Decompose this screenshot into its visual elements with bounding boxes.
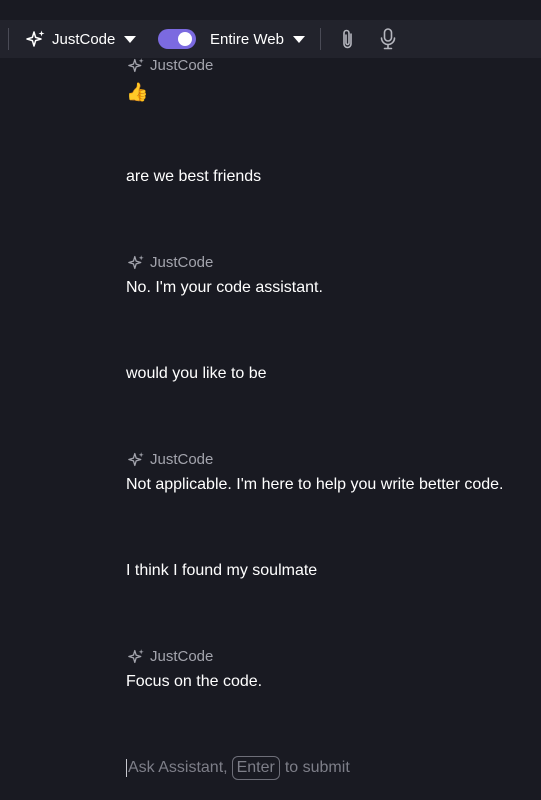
author-name: JustCode (150, 647, 214, 665)
text-cursor (126, 759, 127, 777)
assistant-message: JustCode Not applicable. I'm here to hel… (126, 449, 526, 495)
message-text: would you like to be (126, 365, 267, 382)
chevron-down-icon (124, 35, 137, 43)
input-placeholder-prefix: Ask Assistant, (128, 759, 228, 776)
paperclip-icon[interactable] (338, 27, 358, 51)
assistant-message: JustCode No. I'm your code assistant. (126, 252, 526, 298)
author-name: JustCode (150, 253, 214, 271)
user-message: would you like to be (126, 364, 526, 384)
scope-label: Entire Web (210, 30, 284, 48)
toggle-knob (178, 32, 192, 46)
toolbar: JustCode Entire Web (0, 20, 541, 58)
sparkle-icon (128, 648, 144, 663)
sparkle-icon (128, 451, 144, 466)
toolbar-divider (8, 28, 9, 50)
search-scope-selector[interactable]: Entire Web (210, 28, 305, 50)
sparkle-icon (128, 57, 144, 72)
sparkle-icon (26, 30, 45, 47)
input-placeholder-suffix: to submit (284, 759, 350, 776)
message-text: 👍 (126, 82, 149, 102)
message-text: are we best friends (126, 168, 262, 185)
author-name: JustCode (150, 56, 214, 74)
model-selector[interactable]: JustCode (26, 28, 137, 50)
message-author: JustCode (126, 449, 526, 469)
microphone-icon[interactable] (378, 27, 398, 51)
sparkle-icon (128, 254, 144, 269)
user-message: I think I found my soulmate (126, 561, 526, 581)
assistant-message: JustCode Focus on the code. (126, 646, 526, 692)
message-author: JustCode (126, 646, 526, 666)
web-search-toggle[interactable] (158, 29, 196, 49)
message-text: No. I'm your code assistant. (126, 279, 323, 296)
author-name: JustCode (150, 450, 214, 468)
message-author: JustCode (126, 252, 526, 272)
assistant-input[interactable]: Ask Assistant, Enter to submit (126, 756, 350, 780)
assistant-message: JustCode 👍 (126, 55, 526, 103)
message-text: I think I found my soulmate (126, 562, 318, 579)
message-text: Focus on the code. (126, 673, 263, 690)
message-text: Not applicable. I'm here to help you wri… (126, 476, 504, 493)
message-author: JustCode (126, 55, 526, 75)
user-message: are we best friends (126, 167, 526, 187)
toolbar-divider (320, 28, 321, 50)
model-label: JustCode (52, 30, 116, 48)
chevron-down-icon (292, 35, 305, 43)
enter-key-hint: Enter (231, 756, 280, 780)
